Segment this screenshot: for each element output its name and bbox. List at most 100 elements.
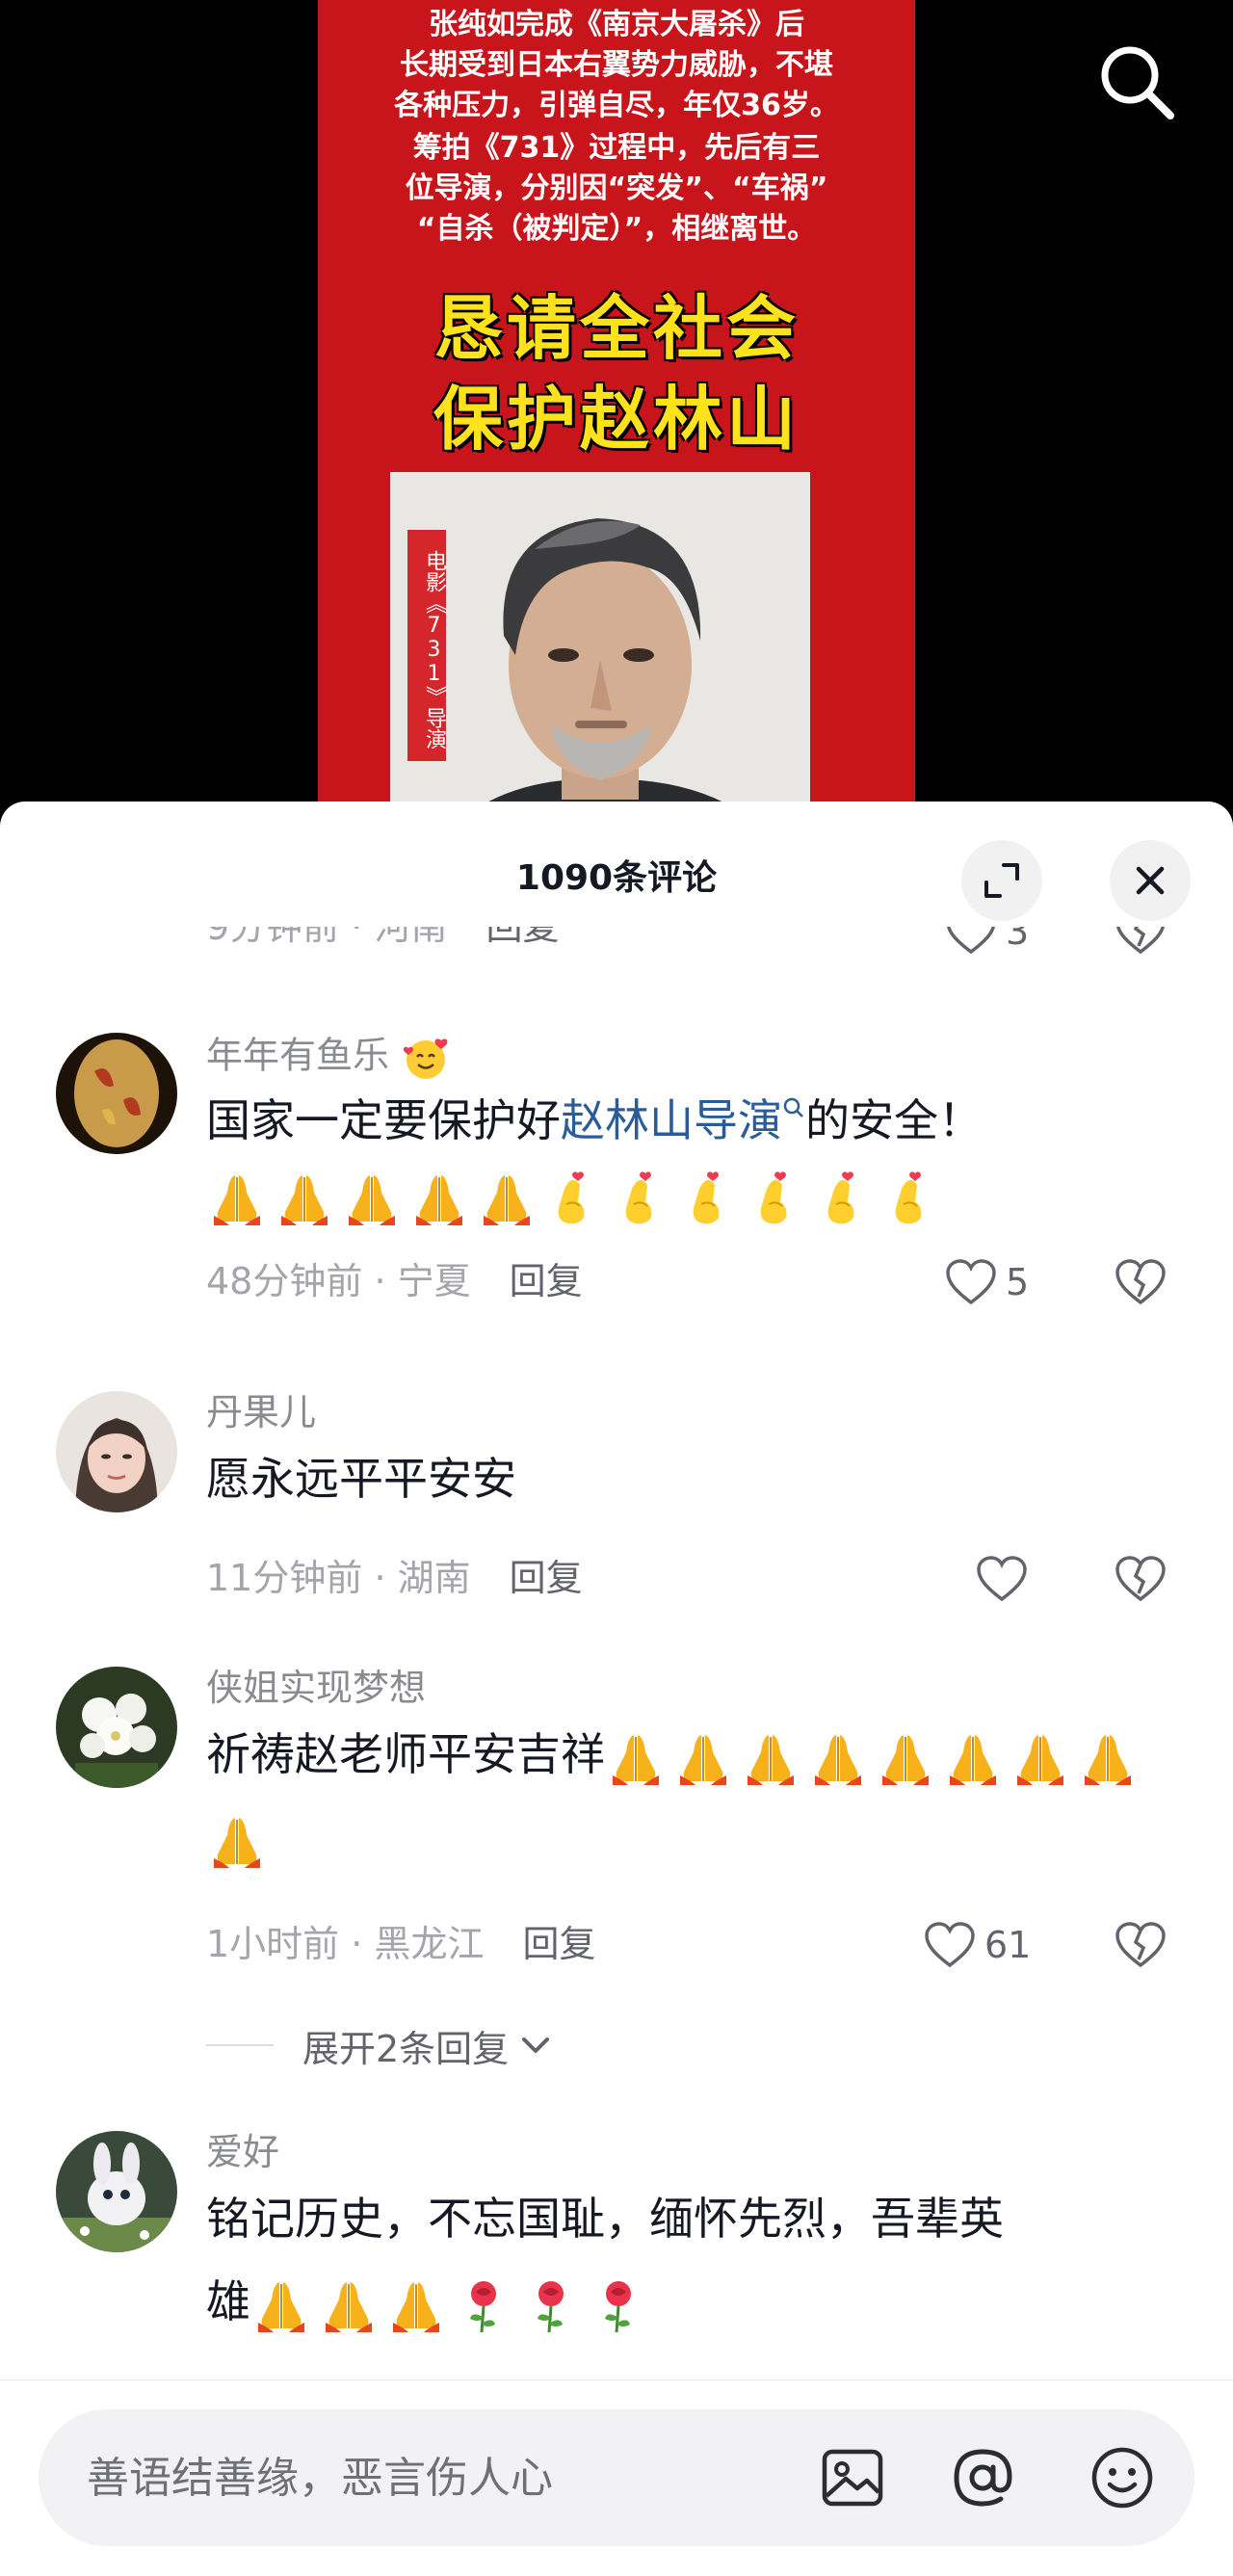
pray-emoji [274, 1168, 335, 1229]
smiling-face-with-hearts-emoji [404, 1038, 448, 1079]
photo-caption-tag: 电影《731》导演 [407, 530, 446, 761]
comment-meta: 9分钟前 · 河南 回复 [206, 927, 559, 948]
dislike-button[interactable] [1114, 927, 1167, 959]
like-button[interactable]: 3 [944, 927, 1029, 956]
comment-input-bar [0, 2379, 1233, 2576]
comment-text-line: 铭记历史，不忘国耻，缅怀先烈，吾辈英 [206, 2193, 1004, 2245]
avatar[interactable] [56, 1667, 177, 1788]
comment-username[interactable]: 年年有鱼乐 [206, 1033, 451, 1083]
link-text: 赵林山导演 [561, 1094, 782, 1146]
mention-link[interactable]: 赵林山导演 [561, 1094, 805, 1146]
poster-text-line: 各种压力，引弹自尽，年仅36岁。 [394, 89, 839, 122]
search-icon [1101, 46, 1174, 119]
broken-heart-icon [1115, 1259, 1166, 1305]
dislike-button[interactable] [1114, 1921, 1167, 1973]
comment-region: 湖南 [397, 1557, 471, 1599]
comment-item: 丹果儿 愿永远平平安安 11分钟前 · 湖南 回复 [0, 1391, 1233, 1651]
pray-emoji [672, 1727, 734, 1789]
like-button[interactable] [975, 1555, 1029, 1603]
comment-item-partial: 9分钟前 · 河南 回复 3 [0, 927, 1233, 975]
search-button[interactable] [1093, 39, 1180, 125]
like-button[interactable]: 5 [944, 1258, 1029, 1306]
emoji-picker-button[interactable] [1089, 2444, 1156, 2511]
comment-meta: 1小时前 · 黑龙江 回复 [206, 1923, 596, 1965]
comment-count-title: 1090条评论 [515, 858, 718, 898]
comment-text-segment: 祈祷赵老师平安吉祥 [206, 1728, 605, 1780]
image-icon [822, 2449, 883, 2507]
poster-slogan: 恳请全社会 [433, 287, 800, 369]
poster-text-line: 张纯如完成《南京大屠杀》后 [429, 8, 804, 41]
avatar-image [56, 1667, 177, 1788]
comment-region: 宁夏 [397, 1260, 471, 1302]
finger-heart-emoji [543, 1168, 605, 1229]
comment-time: 11分钟前 [206, 1557, 363, 1599]
comment-meta: 48分钟前 · 宁夏 回复 [206, 1260, 583, 1302]
pray-emoji [250, 2274, 312, 2336]
avatar[interactable] [56, 2131, 177, 2252]
comment-sheet: 1090条评论 9分钟前 · 河南 回复 3 年年有鱼乐 国家一定要保护好赵林山… [0, 802, 1233, 2576]
avatar[interactable] [56, 1033, 177, 1154]
search-small-icon [783, 1097, 803, 1117]
heart-icon [977, 1556, 1027, 1602]
heart-icon [946, 927, 996, 955]
pray-emoji [807, 1727, 869, 1789]
comment-sheet-header: 1090条评论 [0, 802, 1233, 921]
pray-emoji [1077, 1727, 1139, 1789]
comment-text: 愿永远平平安安 [206, 1453, 516, 1505]
poster-text-line: “自杀（被判定）”，相继离世。 [416, 212, 817, 246]
expand-sheet-button[interactable] [961, 840, 1042, 921]
chevron-down-icon [522, 2037, 550, 2053]
poster-slogan: 保护赵林山 [433, 378, 800, 460]
avatar[interactable] [56, 1391, 177, 1512]
pray-emoji [476, 1168, 538, 1229]
expand-replies-label: 展开2条回复 [302, 2027, 510, 2070]
comment-text: 铭记历史，不忘国耻，缅怀先烈，吾辈英 雄 [206, 2177, 1169, 2343]
reply-button[interactable]: 回复 [510, 1557, 583, 1599]
pray-emoji [1010, 1727, 1071, 1789]
like-count: 3 [1006, 927, 1030, 953]
comment-username[interactable]: 爱好 [206, 2131, 279, 2173]
pray-emoji [942, 1727, 1004, 1789]
dislike-button[interactable] [1114, 1555, 1167, 1607]
heart-icon [925, 1922, 975, 1968]
pray-emoji [875, 1727, 936, 1789]
comment-time: 9分钟前 [206, 927, 340, 948]
comment-item: 爱好 铭记历史，不忘国耻，缅怀先烈，吾辈英 雄 [0, 2131, 1233, 2381]
reply-button[interactable]: 回复 [485, 927, 559, 948]
username-text: 年年有鱼乐 [206, 1034, 390, 1077]
pray-emoji [318, 2274, 380, 2336]
mention-button[interactable] [949, 2444, 1016, 2511]
pray-emoji [408, 1168, 470, 1229]
collapse-arrows-icon [984, 863, 1019, 898]
comment-username[interactable]: 丹果儿 [206, 1391, 316, 1433]
emoji-icon [1091, 2447, 1153, 2509]
pray-emoji [341, 1168, 403, 1229]
comment-region: 黑龙江 [374, 1923, 485, 1965]
video-player[interactable]: 张纯如完成《南京大屠杀》后 长期受到日本右翼势力威胁，不堪 各种压力，引弹自尽，… [0, 0, 1233, 867]
pray-emoji [605, 1727, 667, 1789]
insert-image-button[interactable] [819, 2444, 886, 2511]
comment-username[interactable]: 侠姐实现梦想 [206, 1667, 426, 1709]
poster-text-line: 长期受到日本右翼势力威胁，不堪 [400, 48, 833, 82]
at-icon [954, 2449, 1012, 2507]
pray-emoji [740, 1727, 801, 1789]
comment-item: 年年有鱼乐 国家一定要保护好赵林山导演 的安全！ 48分钟前 · 宁夏 回复 5 [0, 1033, 1233, 1380]
comment-text-segment: 国家一定要保护好 [206, 1094, 561, 1146]
comment-input-container[interactable] [39, 2409, 1194, 2546]
comment-meta: 11分钟前 · 湖南 回复 [206, 1557, 583, 1599]
expand-replies-button[interactable]: 展开2条回复 [206, 2021, 555, 2070]
like-count: 61 [984, 1924, 1032, 1966]
reply-button[interactable]: 回复 [510, 1260, 583, 1302]
like-button[interactable]: 61 [923, 1921, 1031, 1969]
reply-button[interactable]: 回复 [522, 1923, 595, 1965]
like-count: 5 [1006, 1261, 1030, 1303]
broken-heart-icon [1115, 1556, 1166, 1602]
avatar-image [56, 1033, 177, 1154]
comment-item: 侠姐实现梦想 祈祷赵老师平安吉祥 1小时前 · 黑龙江 回复 61 [0, 1667, 1233, 2013]
finger-heart-emoji [813, 1168, 875, 1229]
dislike-button[interactable] [1114, 1258, 1167, 1310]
close-comments-button[interactable] [1110, 840, 1191, 921]
comment-time: 1小时前 [206, 1923, 340, 1965]
pray-emoji [206, 1810, 268, 1872]
comment-input[interactable] [87, 2409, 819, 2546]
